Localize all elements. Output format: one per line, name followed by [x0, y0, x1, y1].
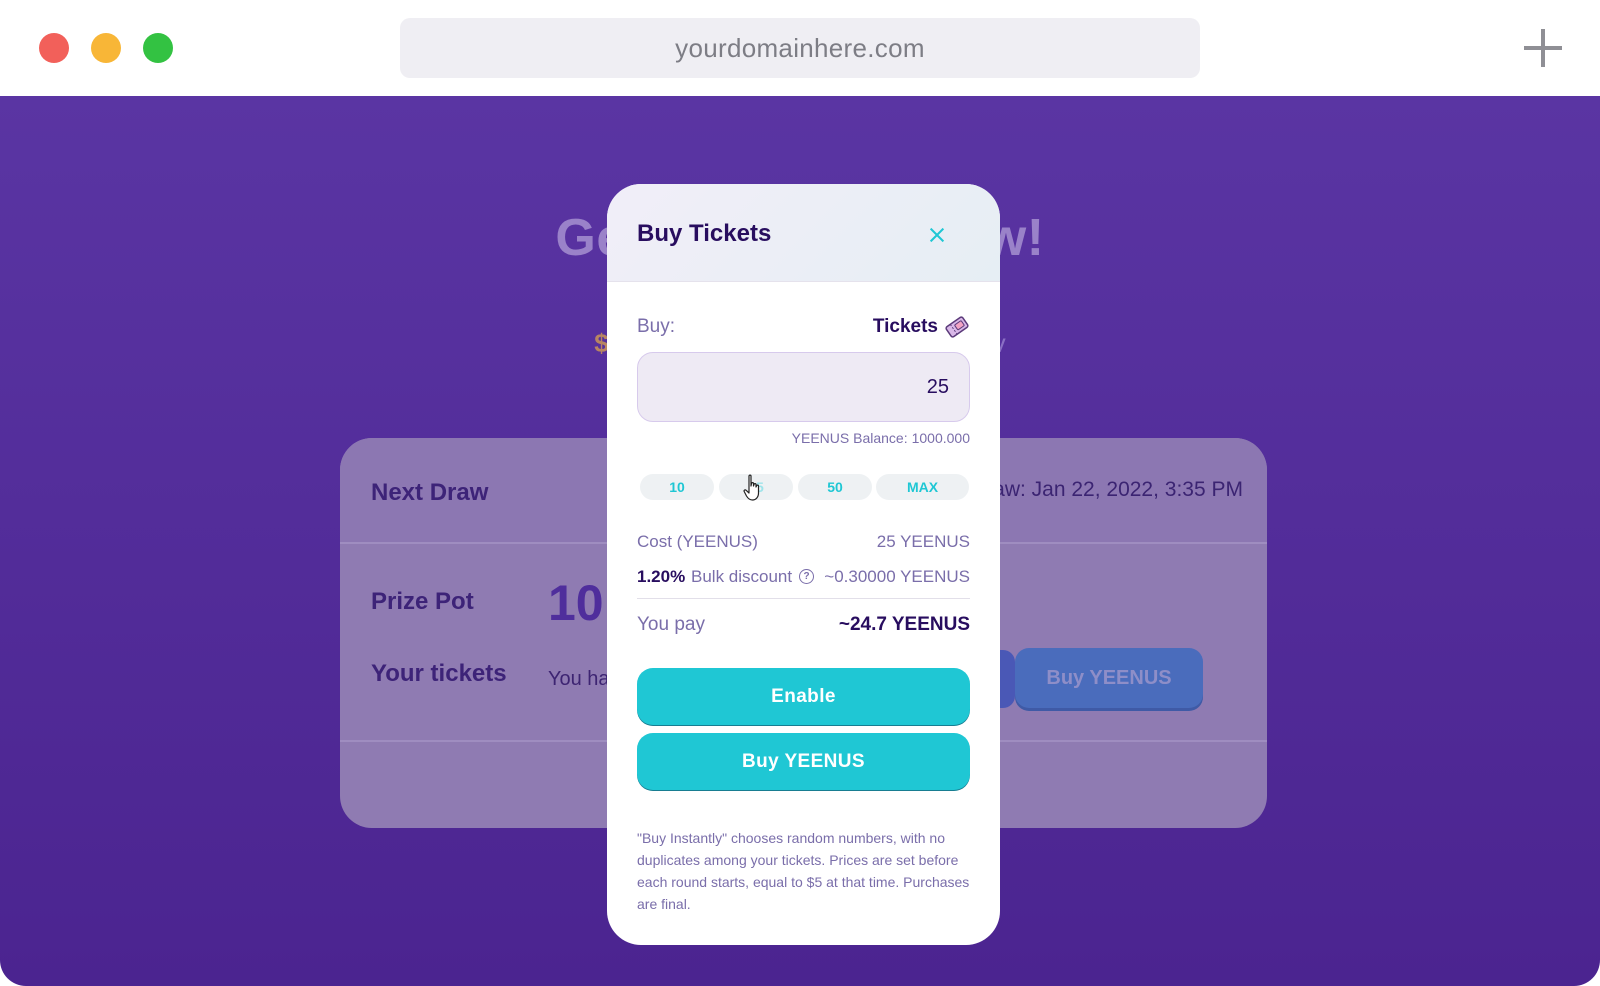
buy-yeenus-background-button[interactable]: Buy YEENUS — [1015, 648, 1203, 708]
cost-value: 25 YEENUS — [876, 532, 970, 551]
window-close-dot[interactable] — [39, 33, 69, 63]
hand-cursor-icon — [743, 474, 760, 501]
buy-label: Buy: — [637, 316, 676, 337]
discount-percent: 1.20% — [637, 567, 686, 586]
modal-title: Buy Tickets — [637, 220, 772, 247]
window-maximize-dot[interactable] — [143, 33, 173, 63]
divider — [637, 598, 970, 599]
balance-value: 1000.000 — [911, 430, 970, 446]
ticket-icon — [945, 316, 969, 338]
draw-time: raw: Jan 22, 2022, 3:35 PM — [986, 478, 1243, 501]
balance-label: YEENUS Balance: — [791, 430, 908, 446]
help-icon[interactable]: ? — [799, 569, 814, 584]
you-pay-value: ~24.7 YEENUS — [838, 614, 970, 635]
prize-pot-label: Prize Pot — [371, 588, 474, 615]
quick-buy-10-button[interactable]: 10 — [640, 474, 714, 500]
address-bar[interactable]: yourdomainhere.com — [400, 18, 1200, 78]
your-tickets-label: Your tickets — [371, 660, 507, 687]
close-icon[interactable] — [924, 222, 950, 248]
discount-value: ~0.30000 YEENUS — [824, 567, 970, 586]
discount-label: Bulk discount — [691, 567, 793, 586]
modal-header: Buy Tickets — [607, 184, 1000, 282]
browser-chrome: yourdomainhere.com — [0, 0, 1600, 96]
new-tab-icon[interactable] — [1524, 29, 1562, 67]
purchase-note: "Buy Instantly" chooses random numbers, … — [637, 830, 970, 912]
tickets-label: Tickets — [873, 315, 970, 339]
cost-label: Cost (YEENUS) — [637, 532, 758, 551]
buy-tickets-modal: Buy Tickets Buy: Tickets YEENUS Balance:… — [607, 184, 1000, 945]
balance-text: YEENUS Balance: 1000.000 — [792, 430, 970, 446]
window-minimize-dot[interactable] — [91, 33, 121, 63]
you-have-text: You ha — [548, 668, 610, 690]
buy-yeenus-button[interactable]: Buy YEENUS — [637, 733, 970, 791]
quick-buy-max-button[interactable]: MAX — [876, 474, 969, 500]
enable-button[interactable]: Enable — [637, 668, 970, 726]
next-draw-label: Next Draw — [371, 479, 489, 506]
prize-pot-value: 10 — [548, 575, 604, 631]
tickets-text: Tickets — [872, 316, 938, 337]
quick-buy-50-button[interactable]: 50 — [798, 474, 872, 500]
you-pay-label: You pay — [637, 614, 705, 635]
ticket-quantity-input[interactable] — [637, 352, 970, 422]
